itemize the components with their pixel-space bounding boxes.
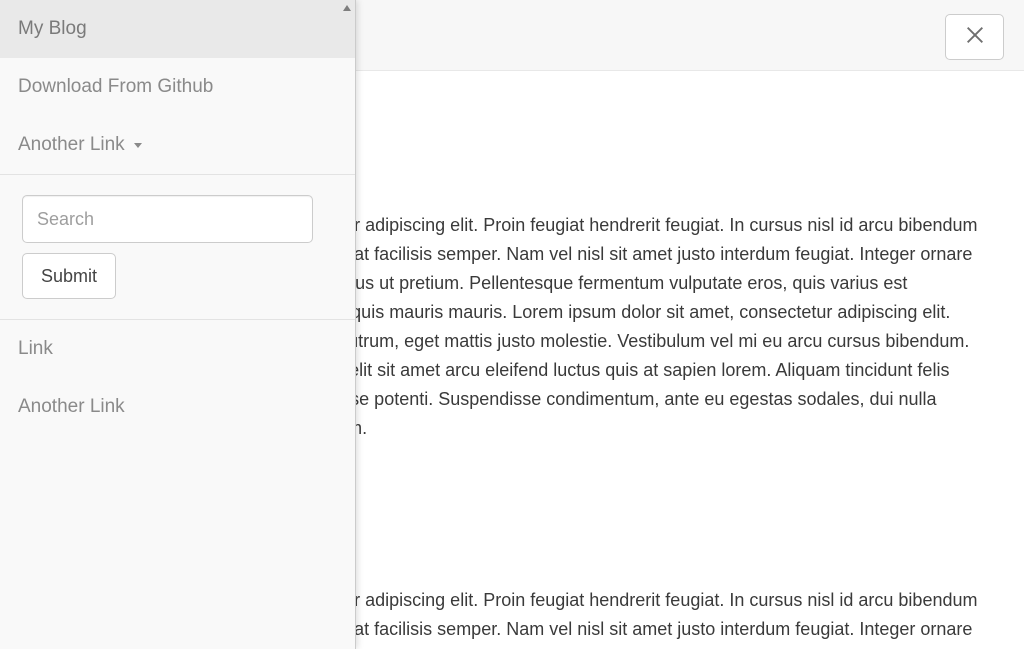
sidebar-item-link[interactable]: Link <box>0 320 355 378</box>
scroll-up-arrow[interactable] <box>339 0 355 16</box>
caret-down-icon <box>133 140 143 150</box>
sidebar-item-label: Another Link <box>18 134 125 156</box>
page-root: Lorem ipsum dolor sit amet, consectetur … <box>0 0 1024 649</box>
sidebar-item-my-blog[interactable]: My Blog <box>0 0 355 58</box>
close-icon <box>964 24 986 51</box>
sidebar-item-label: Link <box>18 338 53 360</box>
sidebar: My Blog Download From Github Another Lin… <box>0 0 356 649</box>
close-button[interactable] <box>945 14 1004 60</box>
sidebar-search-form: Submit <box>0 175 355 319</box>
sidebar-item-another-link[interactable]: Another Link <box>0 378 355 436</box>
sidebar-item-another-link-dropdown[interactable]: Another Link <box>0 116 355 174</box>
sidebar-item-label: Download From Github <box>18 76 213 98</box>
sidebar-item-label: Another Link <box>18 396 125 418</box>
sidebar-item-download-github[interactable]: Download From Github <box>0 58 355 116</box>
search-input[interactable] <box>22 195 313 243</box>
sidebar-item-label: My Blog <box>18 18 87 40</box>
submit-button[interactable]: Submit <box>22 253 116 299</box>
